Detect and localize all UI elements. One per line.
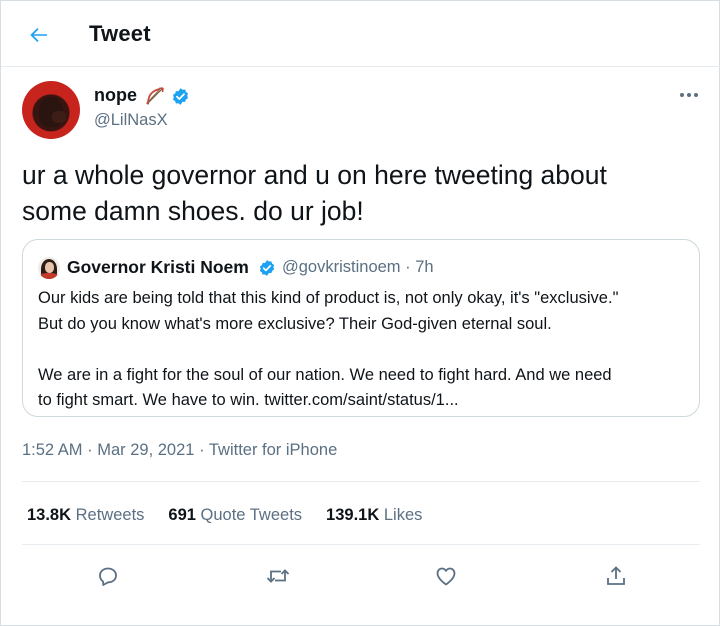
avatar-face (45, 262, 54, 273)
back-button[interactable] (23, 19, 55, 51)
tweet-page: Tweet nope @LilNasX ur a whole governor … (0, 0, 720, 626)
author-avatar[interactable] (22, 81, 80, 139)
divider (22, 544, 700, 545)
tweet-text-line: some damn shoes. do ur job! (22, 196, 364, 226)
avatar-hand (52, 111, 66, 123)
tweet-time-link[interactable]: 1:52 AM (22, 441, 83, 459)
arrow-left-icon (30, 28, 47, 42)
retweets-count: 13.8K (27, 506, 72, 524)
author-display-name[interactable]: nope (94, 85, 137, 106)
author-handle[interactable]: @LilNasX (94, 111, 168, 130)
meta-separator: · (199, 441, 205, 459)
retweets-label: Retweets (75, 506, 145, 524)
tweet-meta: 1:52 AM · Mar 29, 2021 · Twitter for iPh… (22, 441, 337, 460)
bow-and-arrow-icon (146, 87, 164, 105)
reply-button[interactable] (94, 562, 122, 590)
retweets-stat[interactable]: 13.8K Retweets (27, 506, 144, 525)
likes-label: Likes (383, 506, 423, 524)
quote-tweets-label: Quote Tweets (200, 506, 303, 524)
quoted-author-handle-time: @govkristinoem · 7h (282, 258, 434, 276)
page-title: Tweet (89, 21, 151, 46)
quoted-tweet-card[interactable]: Governor Kristi Noem @govkristinoem · 7h… (22, 239, 700, 417)
verified-badge-icon (259, 260, 275, 276)
tweet-stats: 13.8K Retweets 691 Quote Tweets 139.1K L… (27, 506, 446, 525)
quoted-tweet-text: Our kids are being told that this kind o… (38, 286, 688, 414)
quoted-author-name: Governor Kristi Noem (67, 257, 249, 277)
quoted-text-line: Our kids are being told that this kind o… (38, 289, 619, 307)
tweet-date-link[interactable]: Mar 29, 2021 (97, 441, 194, 459)
quote-tweets-count: 691 (168, 506, 196, 524)
verified-badge-icon (172, 88, 189, 105)
likes-stat[interactable]: 139.1K Likes (326, 506, 422, 525)
heart-icon (436, 567, 456, 586)
more-options-button[interactable] (675, 85, 703, 105)
quote-tweets-stat[interactable]: 691 Quote Tweets (168, 506, 302, 525)
meta-separator: · (87, 441, 93, 459)
tweet-source-link[interactable]: Twitter for iPhone (209, 441, 337, 459)
quoted-text-line: We are in a fight for the soul of our na… (38, 365, 612, 384)
page-header: Tweet (1, 1, 720, 67)
tweet-text-line: ur a whole governor and u on here tweeti… (22, 160, 607, 190)
share-icon (607, 566, 625, 585)
quoted-author-avatar (38, 257, 60, 279)
likes-count: 139.1K (326, 506, 380, 524)
retweet-button[interactable] (264, 562, 292, 590)
share-button[interactable] (602, 562, 630, 590)
divider (22, 481, 700, 482)
tweet-text: ur a whole governor and u on here tweeti… (22, 157, 692, 229)
more-horizontal-icon (680, 93, 698, 97)
reply-icon (99, 567, 117, 586)
retweet-icon (266, 569, 290, 583)
quoted-text-line: to fight smart. We have to win. twitter.… (38, 391, 459, 409)
avatar-shirt (40, 273, 58, 279)
like-button[interactable] (432, 562, 460, 590)
quoted-text-line: But do you know what's more exclusive? T… (38, 314, 552, 333)
